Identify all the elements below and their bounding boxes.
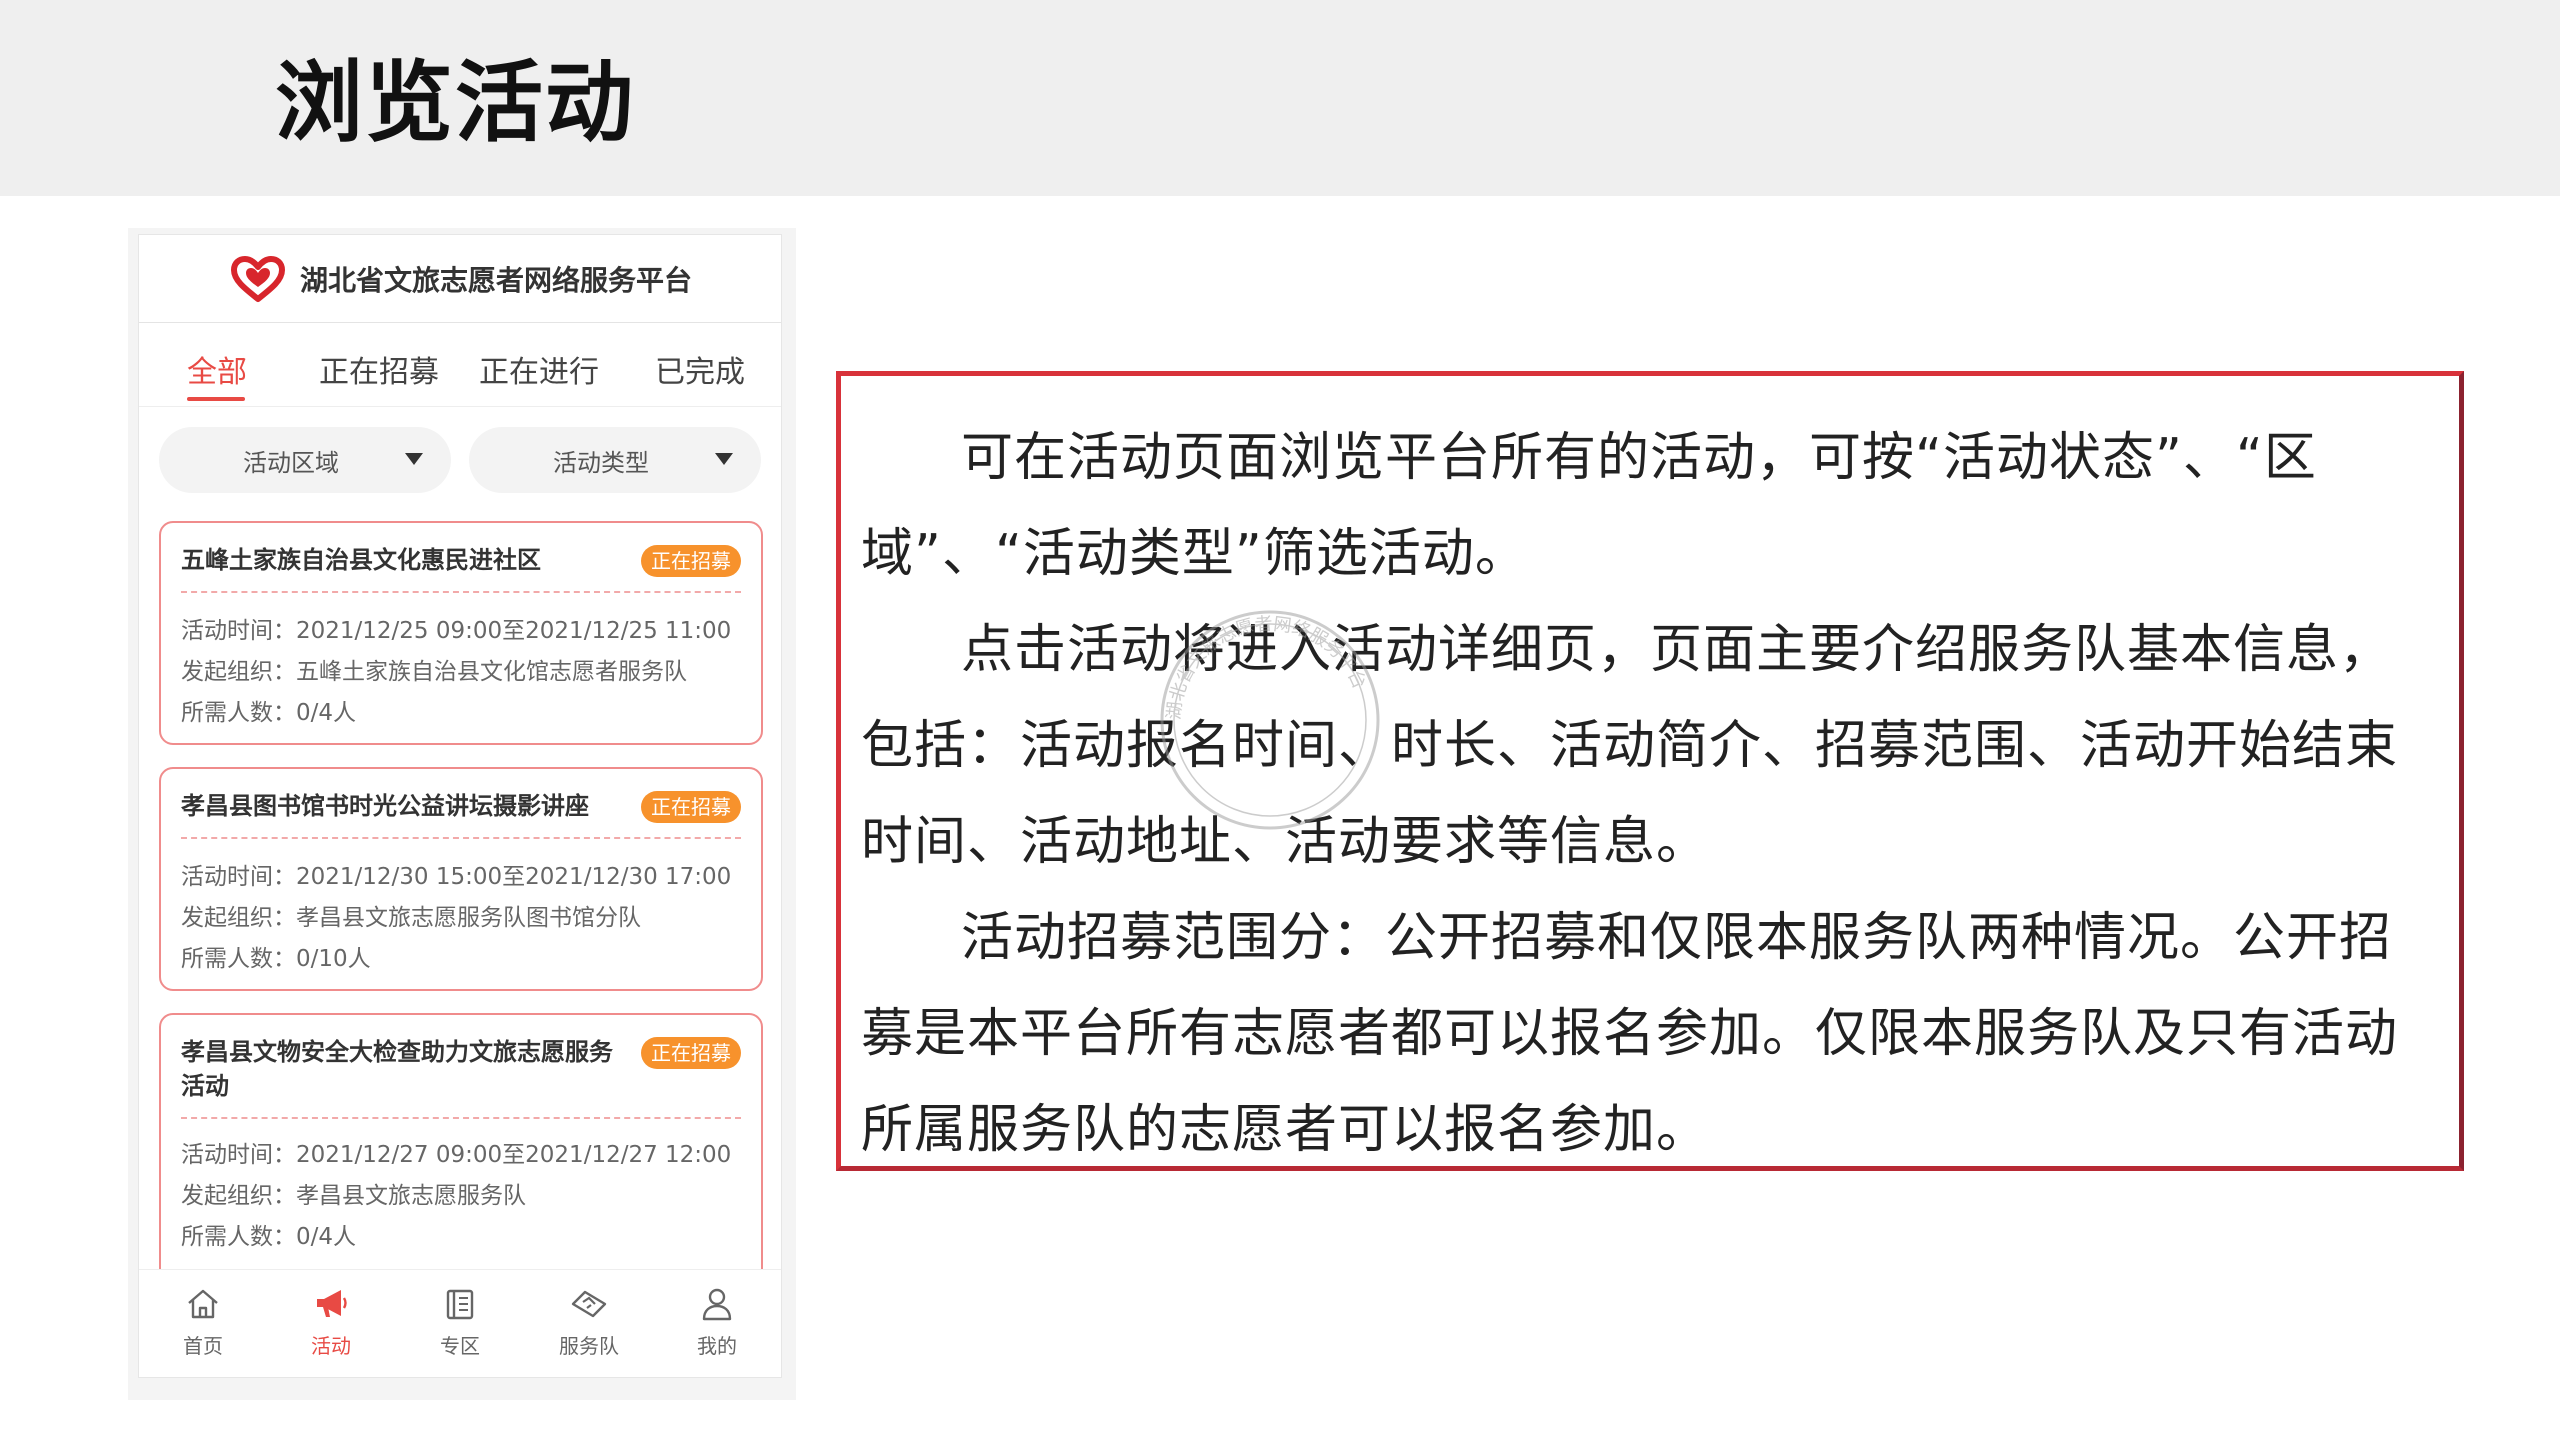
activity-time: 2021/12/27 09:00至2021/12/27 12:00 (296, 1142, 732, 1168)
activity-people: 0/4人 (296, 1224, 357, 1250)
user-icon (702, 1288, 732, 1321)
nav-mine[interactable]: 我的 (667, 1284, 767, 1359)
description-paragraph: 活动招募范围分：公开招募和仅限本服务队两种情况。公开招募是本平台所有志愿者都可以… (861, 908, 2399, 1160)
nav-team[interactable]: 服务队 (539, 1284, 639, 1359)
book-icon (446, 1289, 474, 1320)
description-paragraph: 点击活动将进入活动详细页，页面主要介绍服务队基本信息，包括：活动报名时间、时长、… (861, 620, 2399, 872)
activity-people-row: 所需人数：0/4人 (181, 693, 356, 727)
type-filter-label: 活动类型 (553, 448, 649, 477)
activity-org: 孝昌县文旅志愿服务队图书馆分队 (296, 905, 641, 931)
slide-header: 浏览活动 (0, 0, 2560, 196)
activity-title: 孝昌县文物安全大检查助力文旅志愿服务活动 (181, 1038, 613, 1100)
active-tab-indicator (187, 397, 245, 401)
phone-screenshot: 湖北省文旅志愿者网络服务平台 全部 正在招募 正在进行 已完成 活动区域 活动类… (138, 234, 782, 1378)
time-label: 活动时间： (181, 618, 296, 644)
activity-org: 五峰土家族自治县文化馆志愿者服务队 (296, 659, 687, 685)
heart-logo-icon (230, 255, 285, 302)
status-badge: 正在招募 (641, 1037, 741, 1069)
handshake-icon (571, 1290, 607, 1318)
people-label: 所需人数： (181, 1224, 296, 1250)
org-label: 发起组织： (181, 905, 296, 931)
activity-org-row: 发起组织：孝昌县文旅志愿服务队图书馆分队 (181, 898, 641, 932)
caret-down-icon (715, 453, 733, 465)
app-bar: 湖北省文旅志愿者网络服务平台 (139, 235, 781, 323)
org-label: 发起组织： (181, 659, 296, 685)
activity-people: 0/10人 (296, 946, 371, 972)
activity-time-row: 活动时间：2021/12/30 15:00至2021/12/30 17:00 (181, 857, 731, 891)
org-label: 发起组织： (181, 1183, 296, 1209)
activity-people-row: 所需人数：0/4人 (181, 1217, 356, 1251)
activity-org-row: 发起组织：五峰土家族自治县文化馆志愿者服务队 (181, 652, 687, 686)
tab-completed[interactable]: 已完成 (655, 347, 745, 391)
nav-label: 首页 (183, 1334, 223, 1358)
activity-people-row: 所需人数：0/10人 (181, 939, 371, 973)
activity-org-row: 发起组织：孝昌县文旅志愿服务队 (181, 1176, 526, 1210)
nav-activity[interactable]: 活动 (281, 1284, 381, 1359)
home-icon (188, 1289, 218, 1319)
time-label: 活动时间： (181, 1142, 296, 1168)
activity-title: 孝昌县图书馆书时光公益讲坛摄影讲座 (181, 792, 589, 820)
nav-label: 我的 (697, 1334, 737, 1358)
caret-down-icon (405, 453, 423, 465)
tab-all[interactable]: 全部 (187, 347, 247, 391)
activity-people: 0/4人 (296, 700, 357, 726)
status-badge: 正在招募 (641, 545, 741, 577)
description-paragraph: 可在活动页面浏览平台所有的活动，可按“活动状态”、“区域”、“活动类型”筛选活动… (861, 428, 2317, 584)
nav-label: 专区 (440, 1334, 480, 1358)
type-filter-dropdown[interactable]: 活动类型 (469, 427, 761, 493)
activity-card[interactable]: 孝昌县图书馆书时光公益讲坛摄影讲座 正在招募 活动时间：2021/12/30 1… (159, 767, 763, 991)
people-label: 所需人数： (181, 700, 296, 726)
filter-bar: 活动区域 活动类型 (159, 427, 763, 493)
activity-time-row: 活动时间：2021/12/25 09:00至2021/12/25 11:00 (181, 611, 731, 645)
status-badge: 正在招募 (641, 791, 741, 823)
megaphone-icon (317, 1290, 347, 1317)
status-tabs: 全部 正在招募 正在进行 已完成 (139, 327, 781, 407)
activity-card[interactable]: 五峰土家族自治县文化惠民进社区 正在招募 活动时间：2021/12/25 09:… (159, 521, 763, 745)
nav-label: 服务队 (559, 1334, 619, 1358)
people-label: 所需人数： (181, 946, 296, 972)
activity-time-row: 活动时间：2021/12/27 09:00至2021/12/27 12:00 (181, 1135, 731, 1169)
activity-card[interactable]: 孝昌县文物安全大检查助力文旅志愿服务活动 正在招募 活动时间：2021/12/2… (159, 1013, 763, 1283)
tab-in-progress[interactable]: 正在进行 (479, 347, 599, 391)
app-name: 湖北省文旅志愿者网络服务平台 (299, 263, 692, 297)
bottom-nav: 首页 活动 专区 服务队 我的 (139, 1269, 781, 1377)
nav-label: 活动 (311, 1334, 351, 1358)
nav-home[interactable]: 首页 (153, 1284, 253, 1359)
description-box: 可在活动页面浏览平台所有的活动，可按“活动状态”、“区域”、“活动类型”筛选活动… (836, 371, 2464, 1171)
activity-org: 孝昌县文旅志愿服务队 (296, 1183, 526, 1209)
divider (181, 837, 741, 839)
tab-recruiting[interactable]: 正在招募 (319, 347, 439, 391)
time-label: 活动时间： (181, 864, 296, 890)
area-filter-dropdown[interactable]: 活动区域 (159, 427, 451, 493)
area-filter-label: 活动区域 (243, 448, 339, 477)
divider (181, 1117, 741, 1119)
divider (181, 591, 741, 593)
activity-time: 2021/12/30 15:00至2021/12/30 17:00 (296, 864, 732, 890)
activity-time: 2021/12/25 09:00至2021/12/25 11:00 (296, 618, 732, 644)
slide-title: 浏览活动 (275, 51, 636, 154)
activity-title: 五峰土家族自治县文化惠民进社区 (181, 546, 541, 574)
nav-zone[interactable]: 专区 (410, 1284, 510, 1359)
